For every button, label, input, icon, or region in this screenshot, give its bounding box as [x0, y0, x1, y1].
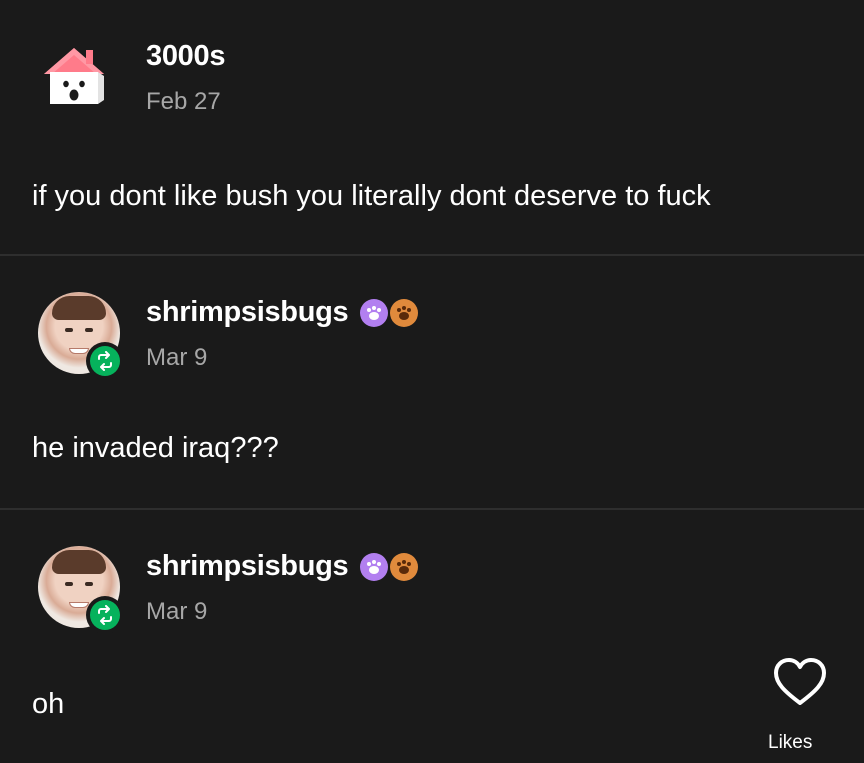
orange-paw-badge-icon[interactable] — [390, 552, 419, 581]
post-text: oh — [32, 688, 65, 720]
likes-label[interactable]: Likes — [768, 732, 812, 754]
username[interactable]: shrimpsisbugs — [146, 296, 419, 329]
post-date[interactable]: Mar 9 — [146, 344, 207, 372]
username-text[interactable]: shrimpsisbugs — [146, 550, 349, 583]
post-date[interactable]: Feb 27 — [146, 88, 221, 116]
post-text: he invaded iraq??? — [32, 432, 279, 464]
purple-paw-badge-icon[interactable] — [360, 552, 389, 581]
post: shrimpsisbugs — [0, 510, 864, 763]
house-icon[interactable] — [38, 42, 120, 124]
post-text: if you dont like bush you literally dont… — [32, 180, 711, 212]
username-text[interactable]: 3000s — [146, 40, 225, 73]
post-thread: 3000s Feb 27 if you dont like bush you l… — [0, 0, 864, 763]
post: 3000s Feb 27 if you dont like bush you l… — [0, 0, 864, 254]
reblog-icon — [86, 596, 124, 634]
purple-paw-badge-icon[interactable] — [360, 298, 389, 327]
badges[interactable] — [360, 298, 419, 327]
username[interactable]: shrimpsisbugs — [146, 550, 419, 583]
post: shrimpsisbugs — [0, 256, 864, 508]
heart-icon — [774, 658, 826, 705]
like-button[interactable] — [770, 656, 830, 708]
badges[interactable] — [360, 552, 419, 581]
orange-paw-badge-icon[interactable] — [390, 298, 419, 327]
avatar[interactable] — [38, 546, 124, 634]
username-text[interactable]: shrimpsisbugs — [146, 296, 349, 329]
reblog-icon — [86, 342, 124, 380]
username[interactable]: 3000s — [146, 40, 225, 73]
avatar[interactable] — [38, 292, 124, 380]
post-date[interactable]: Mar 9 — [146, 598, 207, 626]
